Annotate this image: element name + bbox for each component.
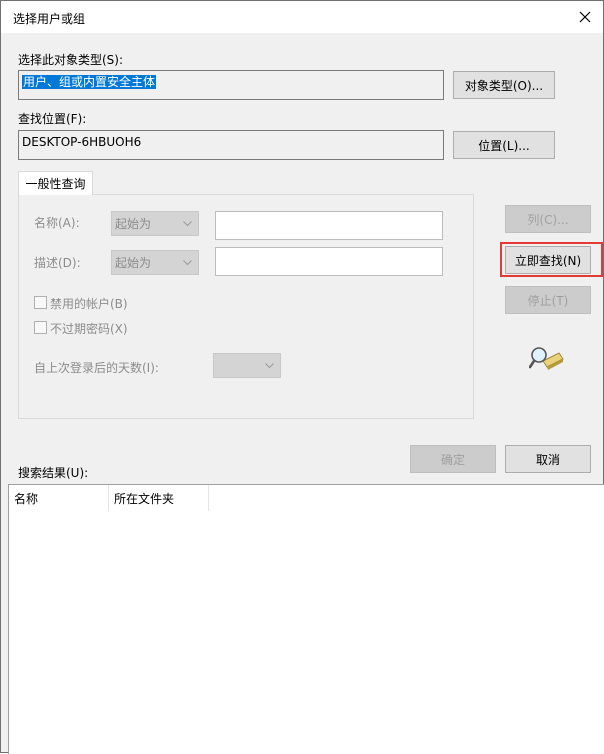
- object-types-button-label: 对象类型(O)...: [464, 78, 544, 93]
- object-types-button[interactable]: 对象类型(O)...: [453, 71, 555, 99]
- name-input[interactable]: [215, 211, 443, 240]
- disabled-accounts-checkbox[interactable]: [34, 296, 47, 309]
- days-since-login-label: 自上次登录后的天数(I):: [34, 361, 159, 375]
- tab-common-queries[interactable]: 一般性查询: [18, 171, 93, 195]
- no-expire-password-checkbox[interactable]: [34, 321, 47, 334]
- chevron-down-icon: [183, 220, 192, 226]
- column-header-folder-label: 所在文件夹: [114, 491, 175, 506]
- description-mode-select[interactable]: 起始为: [111, 250, 199, 275]
- search-results-list[interactable]: 名称 所在文件夹: [8, 484, 604, 754]
- no-expire-password-label: 不过期密码(X): [50, 322, 128, 336]
- locations-button[interactable]: 位置(L)...: [453, 131, 555, 159]
- column-header-folder[interactable]: 所在文件夹: [109, 485, 209, 511]
- name-mode-select[interactable]: 起始为: [111, 211, 199, 236]
- description-label: 描述(D):: [34, 256, 81, 270]
- chevron-down-icon: [183, 259, 192, 265]
- title-bar: 选择用户或组: [1, 1, 603, 33]
- description-input[interactable]: [215, 247, 443, 276]
- location-field: DESKTOP-6HBUOH6: [18, 130, 444, 160]
- name-mode-value: 起始为: [115, 217, 152, 231]
- object-type-label: 选择此对象类型(S):: [18, 53, 124, 67]
- stop-button-label: 停止(T): [527, 293, 569, 308]
- column-header-name-label: 名称: [14, 491, 39, 506]
- close-button[interactable]: [567, 1, 603, 33]
- select-users-groups-dialog: 选择用户或组 选择此对象类型(S): 用户、组或内置安全主体 对象类型(O)..…: [0, 0, 604, 754]
- chevron-down-icon: [265, 362, 274, 368]
- column-header-name[interactable]: 名称: [9, 485, 109, 511]
- cancel-button[interactable]: 取消: [505, 445, 591, 473]
- columns-button[interactable]: 列(C)...: [505, 205, 591, 233]
- window-title: 选择用户或组: [13, 12, 86, 26]
- search-animation-icon: [529, 347, 564, 370]
- description-mode-value: 起始为: [115, 256, 152, 270]
- locations-button-label: 位置(L)...: [478, 138, 530, 153]
- name-label: 名称(A):: [34, 216, 80, 230]
- stop-button[interactable]: 停止(T): [505, 286, 591, 314]
- find-now-button[interactable]: 立即查找(N): [505, 246, 591, 274]
- columns-button-label: 列(C)...: [527, 212, 569, 227]
- close-icon: [579, 11, 591, 23]
- location-value: DESKTOP-6HBUOH6: [22, 135, 142, 149]
- find-now-button-label: 立即查找(N): [514, 253, 582, 268]
- search-results-label: 搜索结果(U):: [18, 466, 89, 480]
- object-type-field[interactable]: 用户、组或内置安全主体: [18, 70, 444, 100]
- object-type-value: 用户、组或内置安全主体: [22, 75, 157, 89]
- disabled-accounts-label: 禁用的帐户(B): [50, 297, 128, 311]
- cancel-button-label: 取消: [535, 452, 560, 467]
- tab-common-queries-label: 一般性查询: [25, 177, 86, 191]
- ok-button-label: 确定: [440, 452, 465, 467]
- days-since-login-select[interactable]: [213, 353, 281, 378]
- location-label: 查找位置(F):: [18, 112, 87, 126]
- ok-button[interactable]: 确定: [410, 445, 496, 473]
